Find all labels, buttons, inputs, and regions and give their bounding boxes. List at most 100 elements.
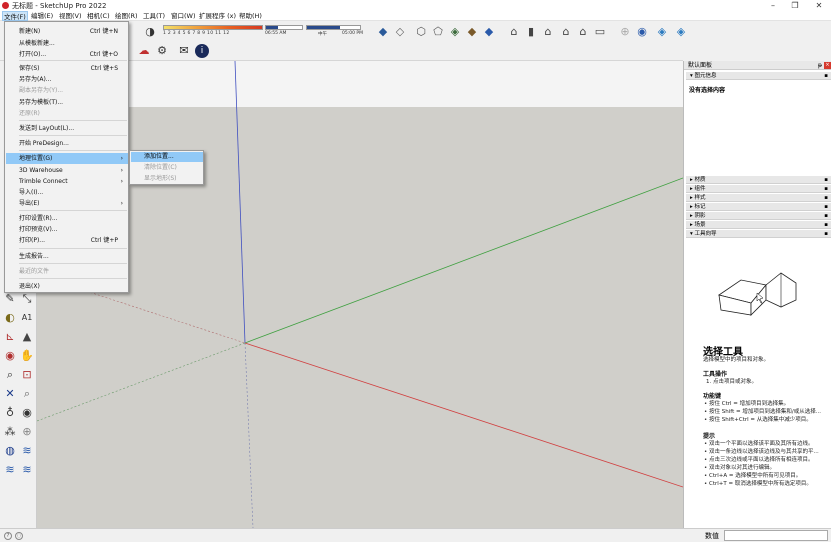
maximize-button[interactable]: ❐	[784, 0, 806, 11]
front-view-icon[interactable]: ⌂	[541, 25, 555, 39]
menu-draw[interactable]: 绘图(R)	[114, 11, 139, 21]
tray-panel-header[interactable]: ▸ 场景 ▪	[686, 221, 831, 229]
panel-menu-icon[interactable]: ▪	[824, 194, 828, 202]
panel-entity-info[interactable]: ▾ 图元信息 ▪	[686, 72, 831, 80]
send-to-layout-icon[interactable]: ✉	[177, 44, 191, 58]
section-display-icon[interactable]: ◉	[635, 25, 649, 39]
value-control-box[interactable]	[724, 530, 828, 541]
help-icon[interactable]: ?	[4, 532, 12, 540]
panel-menu-icon[interactable]: ▪	[824, 221, 828, 229]
pan-icon[interactable]: ✋	[20, 349, 34, 363]
panel-menu-icon[interactable]: ▪	[824, 230, 828, 238]
close-button[interactable]: ✕	[808, 0, 830, 11]
zoom-extents-icon[interactable]: ✕	[3, 387, 17, 401]
panel-menu-icon[interactable]: ▪	[824, 185, 828, 193]
file-menu-item[interactable]: 导出(E) ›	[6, 198, 128, 209]
file-menu-item[interactable]: 保存(S) Ctrl 键+S	[6, 63, 128, 74]
file-menu-item[interactable]: 3D Warehouse ›	[6, 165, 128, 176]
monochrome-icon[interactable]: ◆	[482, 25, 496, 39]
top-view-icon[interactable]: ▮	[524, 25, 538, 39]
wireframe-style-icon[interactable]: ◇	[393, 25, 407, 39]
file-menu-item[interactable]: 发送到 LayOut(L)...	[6, 123, 128, 134]
file-menu-item[interactable]: 地理位置(G) ›	[6, 153, 128, 164]
geo-icon[interactable]: ◌	[15, 532, 23, 540]
file-menu-item-label: 生成报告...	[19, 253, 49, 260]
menu-window[interactable]: 窗口(W)	[170, 11, 197, 21]
file-menu-item[interactable]: 开始 PreDesign...	[6, 138, 128, 149]
menu-help[interactable]: 帮助(H)	[238, 11, 263, 21]
panel-menu-icon[interactable]: ▪	[824, 72, 828, 80]
shadows-icon[interactable]: ◑	[143, 25, 157, 39]
xray-style-icon[interactable]: ◆	[376, 25, 390, 39]
tray-panel-header[interactable]: ▾ 工具向导 ▪	[686, 230, 831, 238]
iso-view-icon[interactable]: ⬡	[414, 25, 428, 39]
file-menu-item[interactable]: Trimble Connect ›	[6, 176, 128, 187]
right-view-icon[interactable]: ⌂	[559, 25, 573, 39]
file-menu-item[interactable]: 打印预览(V)...	[6, 224, 128, 235]
file-menu-item[interactable]: 另存为模板(T)...	[6, 97, 128, 108]
sandbox-from-contours-icon[interactable]: ◍	[3, 444, 17, 458]
tray-panel-header[interactable]: ▸ 组件 ▪	[686, 185, 831, 193]
extension-manager-icon[interactable]: ⚙	[155, 44, 169, 58]
shortcut-label: Ctrl 键+O	[89, 51, 118, 58]
file-menu-item[interactable]: 打印设置(R)...	[6, 213, 128, 224]
back-view-icon[interactable]: ⌂	[576, 25, 590, 39]
file-menu-item[interactable]: 打印(P)... Ctrl 键+P	[6, 235, 128, 246]
left-view-icon[interactable]: ▭	[593, 25, 607, 39]
file-menu-item[interactable]: 生成报告...	[6, 251, 128, 262]
iso-camera-icon[interactable]: ⌂	[507, 25, 521, 39]
menu-extensions[interactable]: 扩展程序 (x)	[198, 11, 237, 21]
info-icon[interactable]: i	[195, 44, 209, 58]
minimize-button[interactable]: –	[762, 0, 784, 11]
3d-text-icon[interactable]: ▲	[20, 330, 34, 344]
file-menu-item[interactable]: 从模板新建...	[6, 38, 128, 49]
warehouse-icon[interactable]: ☁	[137, 44, 151, 58]
panel-menu-icon[interactable]: ▪	[824, 176, 828, 184]
smoove-icon[interactable]: ≋	[3, 463, 17, 477]
text-tool-icon[interactable]: A1	[20, 311, 34, 325]
panel-menu-icon[interactable]: ▪	[824, 203, 828, 211]
tray-panel-header[interactable]: ▸ 标记 ▪	[686, 203, 831, 211]
file-menu-item[interactable]: 导入(I)...	[6, 187, 128, 198]
stamp-icon[interactable]: ≋	[20, 463, 34, 477]
section-cut-icon[interactable]: ◈	[655, 25, 669, 39]
menu-file[interactable]: 文件(F)	[2, 11, 28, 21]
sandbox-from-scratch-icon[interactable]: ≋	[20, 444, 34, 458]
section-fill-icon[interactable]: ◈	[674, 25, 688, 39]
blue-axis-solid	[234, 61, 246, 344]
look-around-icon[interactable]: ◉	[20, 406, 34, 420]
tray-close-button[interactable]: ×	[824, 62, 831, 69]
geo-submenu-item[interactable]: 添加位置...	[131, 152, 203, 162]
walk-icon[interactable]: ⁂	[3, 425, 17, 439]
textured-icon[interactable]: ◆	[465, 25, 479, 39]
menu-edit[interactable]: 编辑(E)	[30, 11, 54, 21]
menu-view[interactable]: 视图(V)	[58, 11, 83, 21]
zoom-window-icon[interactable]: ⊡	[20, 368, 34, 382]
section-plane-icon[interactable]: ⊕	[618, 25, 632, 39]
pin-icon[interactable]: ᵽ	[818, 61, 822, 70]
panel-menu-icon[interactable]: ▪	[824, 212, 828, 220]
file-menu-item[interactable]: 另存为(A)...	[6, 74, 128, 85]
tray-panel-header[interactable]: ▸ 材质 ▪	[686, 176, 831, 184]
file-menu-item[interactable]: 打开(O)... Ctrl 键+O	[6, 49, 128, 60]
position-camera-icon[interactable]: ♁	[3, 406, 17, 420]
file-menu-item[interactable]: 退出(X)	[6, 281, 128, 292]
protractor-icon[interactable]: ◐	[3, 311, 17, 325]
section-plane-tool-icon[interactable]: ⊕	[20, 425, 34, 439]
model-viewport[interactable]	[37, 61, 683, 528]
hidden-line-icon[interactable]: ⬠	[431, 25, 445, 39]
zoom-icon[interactable]: ⌕	[3, 368, 17, 382]
axes-icon[interactable]: ⊾	[3, 330, 17, 344]
tray-panel-header[interactable]: ▸ 样式 ▪	[686, 194, 831, 202]
dimension-icon[interactable]: ⤡	[20, 292, 34, 306]
tape-measure-icon[interactable]: ✎	[3, 292, 17, 306]
orbit-icon[interactable]: ◉	[3, 349, 17, 363]
menu-tools[interactable]: 工具(T)	[142, 11, 166, 21]
date-slider[interactable]	[265, 25, 303, 30]
time-slider[interactable]	[306, 25, 361, 30]
tray-panel-header[interactable]: ▸ 阴影 ▪	[686, 212, 831, 220]
file-menu-item[interactable]: 新建(N) Ctrl 键+N	[6, 26, 128, 37]
shaded-icon[interactable]: ◈	[448, 25, 462, 39]
menu-camera[interactable]: 相机(C)	[86, 11, 111, 21]
previous-view-icon[interactable]: ⌕	[20, 387, 34, 401]
